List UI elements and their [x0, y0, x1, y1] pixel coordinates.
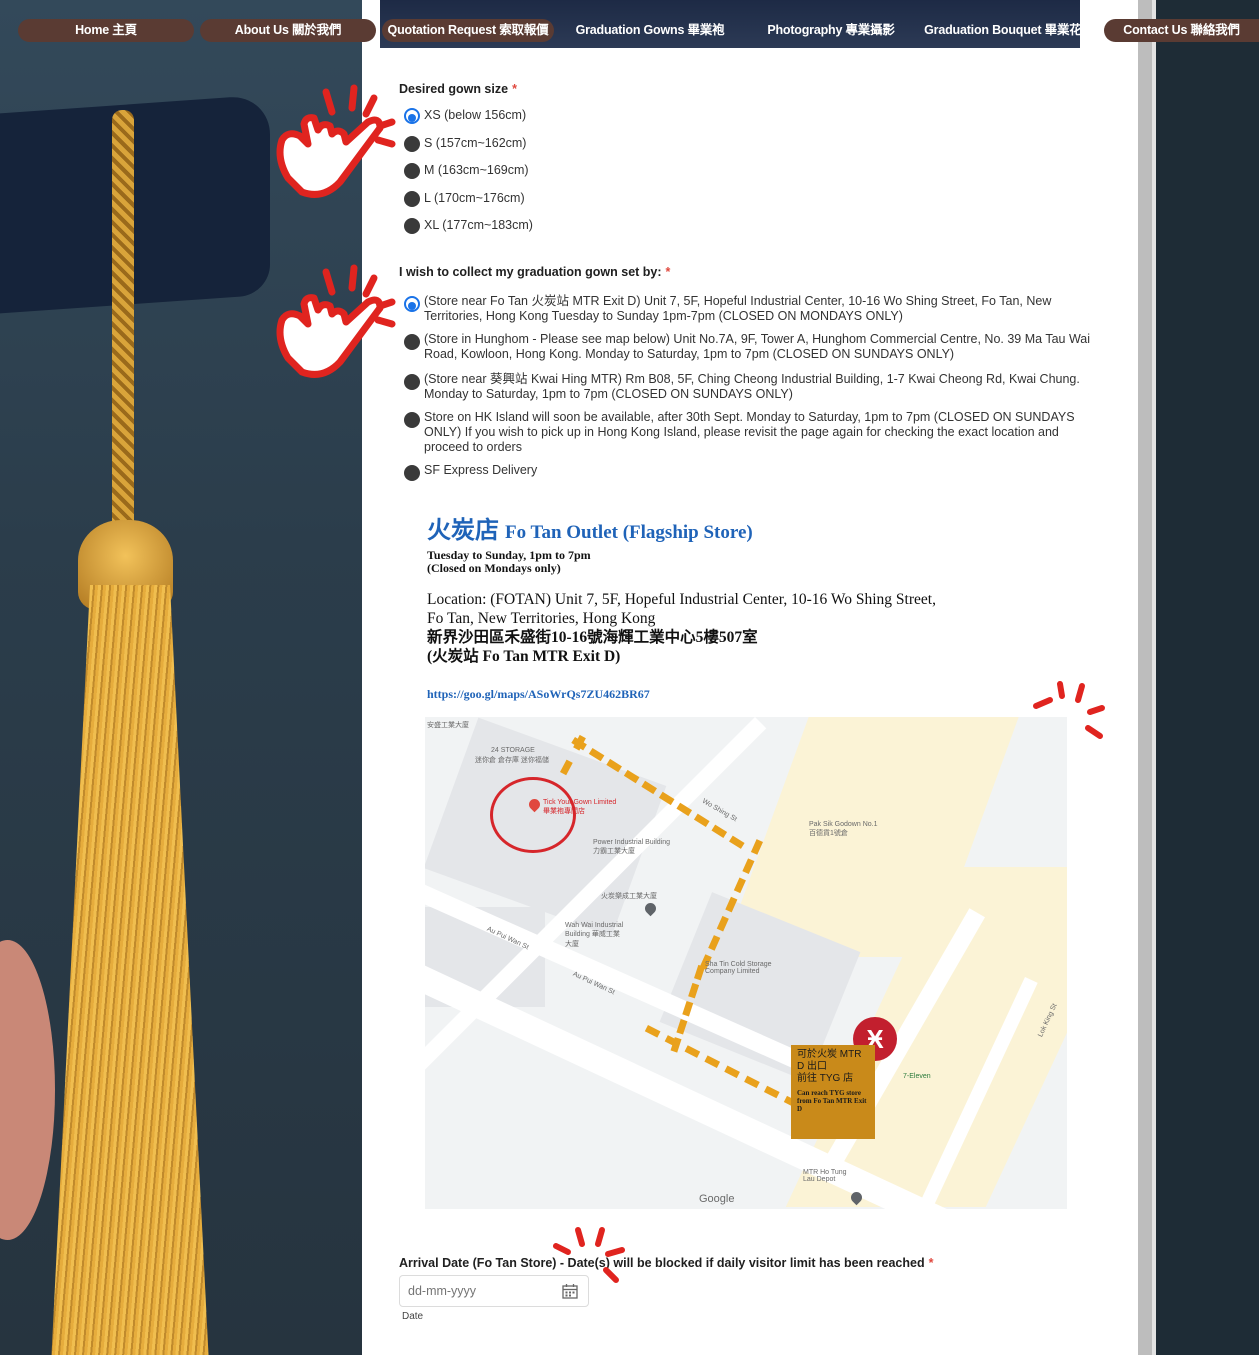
ear-image	[0, 940, 55, 1240]
radio-button[interactable]	[404, 136, 420, 152]
google-maps-link[interactable]: https://goo.gl/maps/ASoWrQs7ZU462BR67	[427, 687, 650, 702]
tassel-cord-image	[112, 110, 134, 550]
required-mark: *	[512, 82, 517, 96]
gown-size-label: Desired gown size *	[399, 82, 517, 96]
arrival-date-input[interactable]	[406, 1283, 560, 1299]
date-caption: Date	[402, 1311, 424, 1322]
map-directions-callout: 可於火炭 MTR D 出口 前往 TYG 店 Can reach TYG sto…	[791, 1045, 875, 1139]
google-logo: Google	[699, 1193, 735, 1205]
required-mark: *	[928, 1256, 934, 1270]
nav-graduation-bouquet[interactable]: Graduation Bouquet 畢業花束	[920, 19, 1098, 42]
page-scrollbar[interactable]	[1138, 0, 1152, 1355]
radio-button[interactable]	[404, 163, 420, 179]
radio-button-selected[interactable]	[404, 296, 420, 312]
required-mark: *	[665, 265, 671, 279]
pointing-hand-icon	[276, 264, 396, 378]
highlight-spark-icon	[1033, 681, 1105, 739]
radio-button-selected[interactable]	[404, 108, 420, 124]
nav-photography[interactable]: Photography 專業攝影	[745, 19, 917, 42]
location-pin-icon	[642, 900, 659, 917]
nav-graduation-gowns[interactable]: Graduation Gowns 畢業袍	[564, 19, 736, 42]
radio-button[interactable]	[404, 218, 420, 234]
store-location: Location: (FOTAN) Unit 7, 5F, Hopeful In…	[427, 591, 936, 665]
radio-button[interactable]	[404, 374, 420, 390]
radio-button[interactable]	[404, 191, 420, 207]
radio-button[interactable]	[404, 465, 420, 481]
radio-button[interactable]	[404, 334, 420, 350]
background-photo-right	[1138, 0, 1259, 1355]
graduation-cap-image	[0, 94, 270, 316]
pointing-hand-icon	[276, 84, 396, 198]
main-nav: Home 主頁 About Us 關於我們 Quotation Request …	[0, 0, 1259, 60]
nav-about-us[interactable]: About Us 關於我們	[200, 19, 376, 42]
tassel-image	[50, 585, 210, 1355]
collection-method-label: I wish to collect my graduation gown set…	[399, 265, 671, 279]
store-map-image: 安盛工業大廈 24 STORAGE 迷你倉 倉存庫 迷你福儲 Tick Your…	[425, 717, 1067, 1209]
nav-quotation-request[interactable]: Quotation Request 索取報價	[382, 19, 554, 42]
store-hours: Tuesday to Sunday, 1pm to 7pm (Closed on…	[427, 548, 591, 575]
nav-home[interactable]: Home 主頁	[18, 19, 194, 42]
radio-button[interactable]	[404, 412, 420, 428]
highlight-spark-icon	[553, 1227, 625, 1283]
nav-contact-us[interactable]: Contact Us 聯絡我們	[1104, 19, 1259, 42]
arrival-date-label: Arrival Date (Fo Tan Store) - Date(s) wi…	[399, 1256, 934, 1270]
store-title: 火炭店 Fo Tan Outlet (Flagship Store)	[427, 518, 753, 544]
